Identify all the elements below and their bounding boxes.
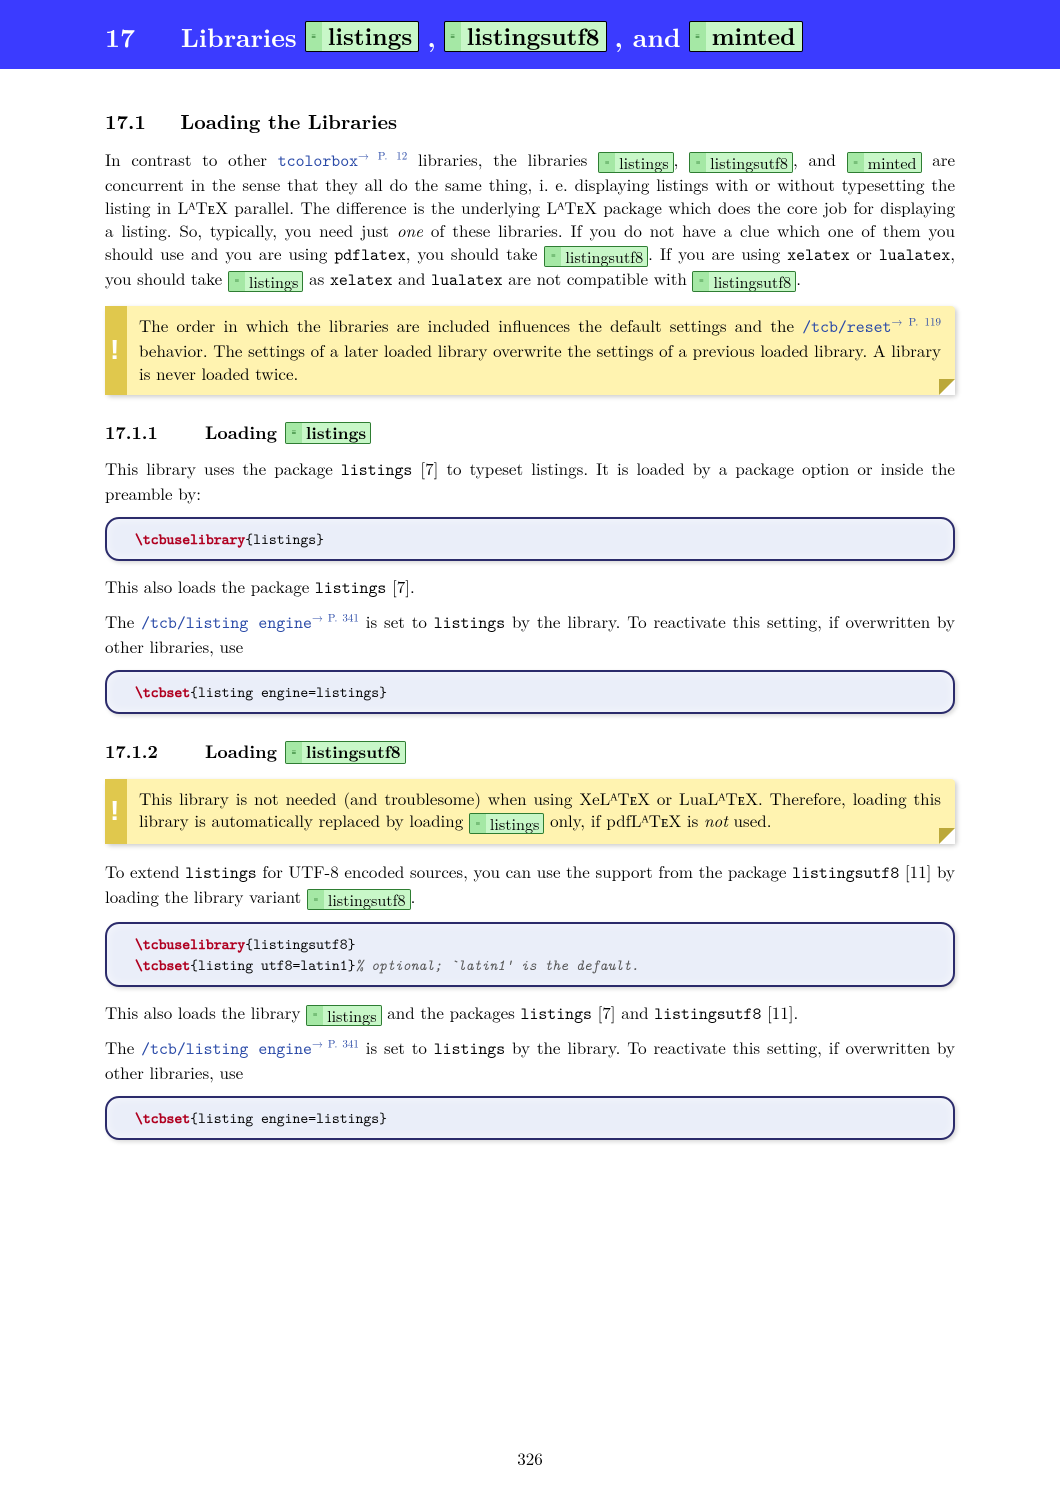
code-cmd: \tcbset <box>135 955 190 975</box>
paragraph-intro: In contrast to other tcolorbox→ P. 12 li… <box>105 148 955 292</box>
paragraph: The /tcb/listing engine→ P. 341 is set t… <box>105 610 955 658</box>
content-body: 17.1 Loading the Libraries In contrast t… <box>105 107 955 1140</box>
code-cmd: \tcbset <box>135 1108 190 1128</box>
code-arg: {listing engine=listings} <box>190 1108 387 1128</box>
lib-badge-listings: ≡ listings <box>305 21 420 52</box>
lib-icon: ≡ <box>690 153 706 172</box>
lib-icon: ≡ <box>693 272 709 291</box>
lib-icon: ≡ <box>848 153 864 172</box>
lib-icon: ≡ <box>445 22 461 51</box>
lib-badge-listingsutf8: ≡listingsutf8 <box>689 152 793 173</box>
code-arg: {listing utf8=latin1} <box>190 955 355 975</box>
warning-box-xelatex: ! This library is not needed (and troubl… <box>105 779 955 845</box>
header-word-libraries: Libraries <box>181 18 297 55</box>
code-box: \tcbuselibrary{listingsutf8} \tcbset{lis… <box>105 922 955 987</box>
lib-icon: ≡ <box>307 1006 323 1025</box>
comma: , <box>427 18 435 55</box>
lib-icon: ≡ <box>229 272 245 291</box>
lib-badge-listingsutf8: ≡listingsutf8 <box>544 246 648 267</box>
lib-icon: ≡ <box>599 153 615 172</box>
comma-and: , and <box>615 18 681 55</box>
lib-icon: ≡ <box>470 814 486 833</box>
code-arg: {listing engine=listings} <box>190 682 387 702</box>
subsubsection-17.1.2: 17.1.2 Loading ≡listingsutf8 <box>105 740 955 764</box>
code-arg: {listingsutf8} <box>245 934 355 954</box>
page-ref[interactable]: → P. 12 <box>358 148 407 163</box>
tt-pdflatex: pdflatex <box>334 244 405 266</box>
lib-icon: ≡ <box>690 22 706 51</box>
lib-icon: ≡ <box>286 423 302 444</box>
lib-icon: ≡ <box>545 247 561 266</box>
lib-badge-listingsutf8: ≡ listingsutf8 <box>444 21 607 52</box>
tt-lualatex: lualatex <box>879 244 950 266</box>
lib-badge-listingsutf8: ≡listingsutf8 <box>307 889 411 910</box>
lib-icon: ≡ <box>306 22 322 51</box>
section-number: 17 <box>105 18 135 55</box>
lib-icon: ≡ <box>286 742 302 763</box>
code-comment: % optional; `latin1' is the default. <box>356 955 640 975</box>
page-ref[interactable]: → P. 341 <box>312 610 359 625</box>
paragraph: This also loads the library ≡listings an… <box>105 1001 955 1026</box>
lib-icon: ≡ <box>308 890 324 909</box>
section-header: 17 Libraries ≡ listings , ≡ listingsutf8… <box>0 0 1060 69</box>
paragraph: The /tcb/listing engine→ P. 341 is set t… <box>105 1036 955 1084</box>
lib-badge-listings: ≡listings <box>306 1005 382 1026</box>
lib-badge-listingsutf8: ≡listingsutf8 <box>285 741 406 764</box>
lib-badge-minted: ≡minted <box>847 152 922 173</box>
page-ref[interactable]: → P. 341 <box>312 1036 359 1051</box>
code-cmd: \tcbset <box>135 682 190 702</box>
emph-one: one <box>397 218 423 242</box>
lib-badge-listings: ≡listings <box>285 422 371 445</box>
tcb-reset-link[interactable]: /tcb/reset <box>802 316 891 338</box>
code-arg: {listings} <box>245 529 324 549</box>
exclamation-icon: ! <box>110 793 119 831</box>
lib-badge-listings: ≡listings <box>598 152 674 173</box>
document-page: 17 Libraries ≡ listings , ≡ listingsutf8… <box>0 0 1060 1500</box>
code-box: \tcbuselibrary{listings} <box>105 517 955 561</box>
code-box: \tcbset{listing engine=listings} <box>105 670 955 714</box>
lib-badge-listings: ≡listings <box>469 813 545 834</box>
lib-badge-listingsutf8: ≡listingsutf8 <box>692 271 796 292</box>
tt-listings: listings <box>341 459 412 481</box>
subsection-17.1: 17.1 Loading the Libraries <box>105 107 955 134</box>
page-number: 326 <box>0 1446 1060 1470</box>
tcolorbox-link[interactable]: tcolorbox <box>278 150 358 172</box>
paragraph: To extend listings for UTF-8 encoded sou… <box>105 860 955 910</box>
tt-xelatex: xelatex <box>787 244 849 266</box>
paragraph: This also loads the package listings [7]… <box>105 575 955 600</box>
page-ref[interactable]: → P. 119 <box>891 314 941 329</box>
lib-badge-listings: ≡listings <box>228 271 304 292</box>
code-cmd: \tcbuselibrary <box>135 529 245 549</box>
warning-box-order: ! The order in which the libraries are i… <box>105 306 955 395</box>
lib-badge-minted: ≡ minted <box>689 21 803 52</box>
fold-corner-icon <box>939 828 955 844</box>
paragraph: This library uses the package listings [… <box>105 457 955 505</box>
fold-corner-icon <box>939 379 955 395</box>
code-cmd: \tcbuselibrary <box>135 934 245 954</box>
subsubsection-17.1.1: 17.1.1 Loading ≡listings <box>105 421 955 445</box>
listing-engine-link[interactable]: /tcb/listing engine <box>141 1038 312 1060</box>
code-box: \tcbset{listing engine=listings} <box>105 1096 955 1140</box>
exclamation-icon: ! <box>110 331 119 369</box>
listing-engine-link[interactable]: /tcb/listing engine <box>141 612 312 634</box>
emph-not: not <box>704 808 728 832</box>
